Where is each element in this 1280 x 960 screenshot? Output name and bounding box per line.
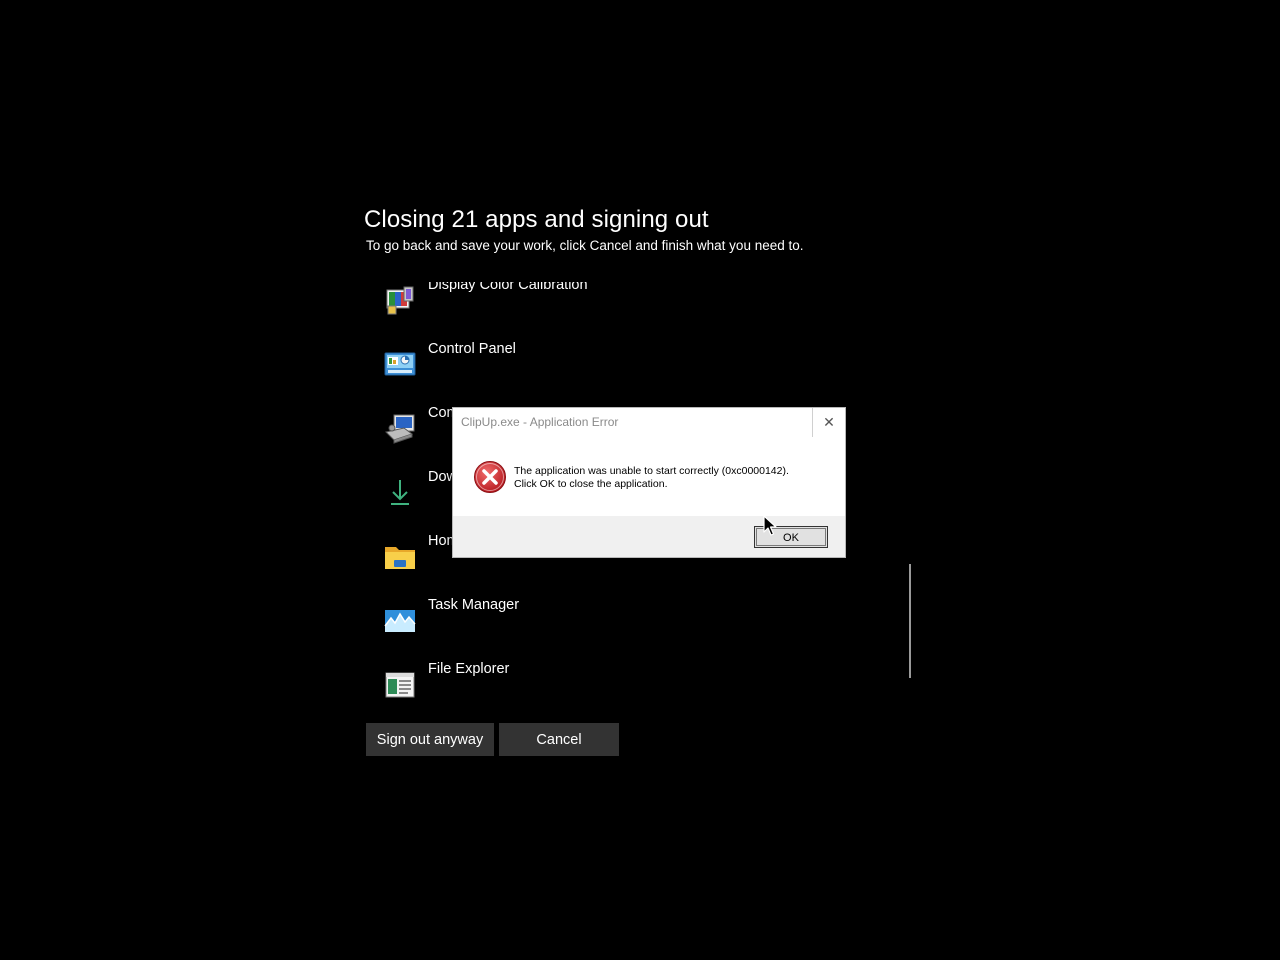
page-title: Closing 21 apps and signing out <box>364 206 709 233</box>
dialog-title: ClipUp.exe - Application Error <box>461 415 619 429</box>
dialog-body: The application was unable to start corr… <box>453 438 845 516</box>
error-icon <box>474 461 506 493</box>
sign-out-anyway-button[interactable]: Sign out anyway <box>366 723 494 756</box>
close-icon[interactable]: ✕ <box>812 408 845 437</box>
dialog-message: The application was unable to start corr… <box>514 465 789 491</box>
cancel-button[interactable]: Cancel <box>499 723 619 756</box>
download-icon <box>391 480 409 505</box>
list-item-display-color-calibration: Display Color Calibration <box>380 282 880 324</box>
page-subtitle: To go back and save your work, click Can… <box>366 238 804 253</box>
app-label: Task Manager <box>428 597 520 613</box>
dialog-message-line1: The application was unable to start corr… <box>514 465 789 477</box>
folder-icon <box>385 547 415 569</box>
display-color-calibration-icon <box>386 286 414 315</box>
dialog-message-line2: Click OK to close the application. <box>514 478 668 490</box>
dialog-titlebar[interactable]: ClipUp.exe - Application Error ✕ <box>453 408 845 438</box>
mouse-cursor-icon <box>763 515 777 536</box>
file-explorer-icon <box>385 672 415 698</box>
app-label: Display Color Calibration <box>428 282 588 293</box>
list-item-task-manager: Task Manager <box>380 596 880 644</box>
list-item-file-explorer: File Explorer <box>380 660 880 700</box>
app-list-scrollbar[interactable] <box>909 564 911 678</box>
task-manager-icon <box>384 610 416 632</box>
application-error-dialog: ClipUp.exe - Application Error ✕ The app… <box>452 407 846 558</box>
app-label: File Explorer <box>428 661 510 677</box>
control-panel-icon <box>384 352 416 376</box>
dialog-footer: OK <box>453 516 845 557</box>
list-item-control-panel: Control Panel <box>380 340 880 388</box>
app-label: Control Panel <box>428 341 516 357</box>
computer-management-icon <box>385 414 415 444</box>
